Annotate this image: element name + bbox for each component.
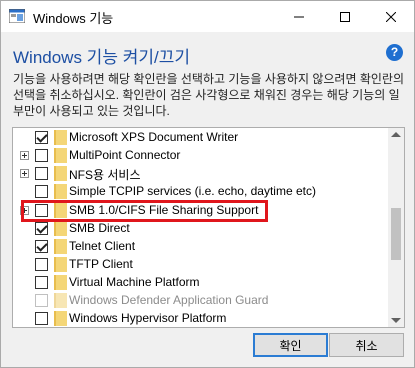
- checkbox[interactable]: [35, 222, 48, 235]
- feature-label: Telnet Client: [69, 239, 136, 253]
- checkbox[interactable]: [35, 149, 48, 162]
- folder-icon: [54, 257, 67, 272]
- feature-label: Simple TCPIP services (i.e. echo, daytim…: [69, 184, 316, 198]
- folder-icon: [54, 148, 67, 163]
- checkbox[interactable]: [35, 312, 48, 325]
- feature-row-simple-tcpip[interactable]: Simple TCPIP services (i.e. echo, daytim…: [13, 182, 389, 200]
- feature-row-hypervisor[interactable]: Windows Hypervisor Platform: [13, 309, 389, 327]
- feature-label: SMB Direct: [69, 221, 130, 235]
- checkbox[interactable]: [35, 167, 48, 180]
- page-title: Windows 기능 켜기/끄기: [13, 48, 190, 67]
- maximize-icon: [340, 11, 350, 22]
- feature-row-xps-writer[interactable]: Microsoft XPS Document Writer: [13, 128, 389, 146]
- feature-label: Windows Defender Application Guard: [69, 293, 269, 307]
- highlight-annotation: [21, 200, 268, 222]
- checkbox[interactable]: [35, 276, 48, 289]
- feature-row-vm-platform[interactable]: Virtual Machine Platform: [13, 273, 389, 291]
- feature-row-defender-guard: Windows Defender Application Guard: [13, 291, 389, 309]
- window-title: Windows 기능: [33, 11, 114, 26]
- folder-icon: [54, 311, 67, 326]
- maximize-button[interactable]: [322, 1, 368, 32]
- feature-label: NFS용 서비스: [69, 168, 141, 182]
- scroll-down-icon[interactable]: [391, 318, 401, 323]
- scroll-up-icon[interactable]: [391, 132, 401, 137]
- checkbox[interactable]: [35, 131, 48, 144]
- cancel-button[interactable]: 취소: [329, 333, 404, 357]
- feature-row-telnet[interactable]: Telnet Client: [13, 237, 389, 255]
- features-tree[interactable]: Microsoft XPS Document Writer MultiPoint…: [12, 127, 405, 328]
- folder-icon: [54, 293, 67, 308]
- feature-row-multipoint[interactable]: MultiPoint Connector: [13, 146, 389, 164]
- feature-row-nfs[interactable]: NFS용 서비스: [13, 164, 389, 182]
- help-icon[interactable]: ?: [386, 44, 403, 61]
- folder-icon: [54, 130, 67, 145]
- ok-button[interactable]: 확인: [253, 333, 328, 357]
- folder-icon: [54, 166, 67, 181]
- expand-icon[interactable]: [20, 169, 29, 178]
- close-button[interactable]: [368, 1, 414, 32]
- checkbox[interactable]: [35, 185, 48, 198]
- checkbox[interactable]: [35, 240, 48, 253]
- title-bar[interactable]: Windows 기능: [1, 1, 414, 32]
- windows-features-dialog: Windows 기능 Windows 기능 켜기/끄기 ? 기능을 사용하려면 …: [0, 0, 415, 368]
- scroll-thumb[interactable]: [391, 208, 401, 260]
- feature-label: Virtual Machine Platform: [69, 275, 200, 289]
- feature-label: Microsoft XPS Document Writer: [69, 130, 239, 144]
- folder-icon: [54, 184, 67, 199]
- folder-icon: [54, 239, 67, 254]
- checkbox: [35, 294, 48, 307]
- feature-label: Windows Hypervisor Platform: [69, 311, 227, 325]
- checkbox[interactable]: [35, 258, 48, 271]
- minimize-button[interactable]: [276, 1, 322, 32]
- windows-features-icon: [9, 9, 25, 23]
- folder-icon: [54, 275, 67, 290]
- close-icon: [386, 11, 396, 22]
- feature-row-tftp[interactable]: TFTP Client: [13, 255, 389, 273]
- feature-label: MultiPoint Connector: [69, 148, 181, 162]
- minimize-icon: [294, 16, 304, 17]
- instructions-text: 기능을 사용하려면 해당 확인란을 선택하고 기능을 사용하지 않으려면 확인란…: [13, 72, 404, 118]
- expand-icon[interactable]: [20, 151, 29, 160]
- vertical-scrollbar[interactable]: [388, 128, 404, 327]
- feature-label: TFTP Client: [69, 257, 133, 271]
- folder-icon: [54, 221, 67, 236]
